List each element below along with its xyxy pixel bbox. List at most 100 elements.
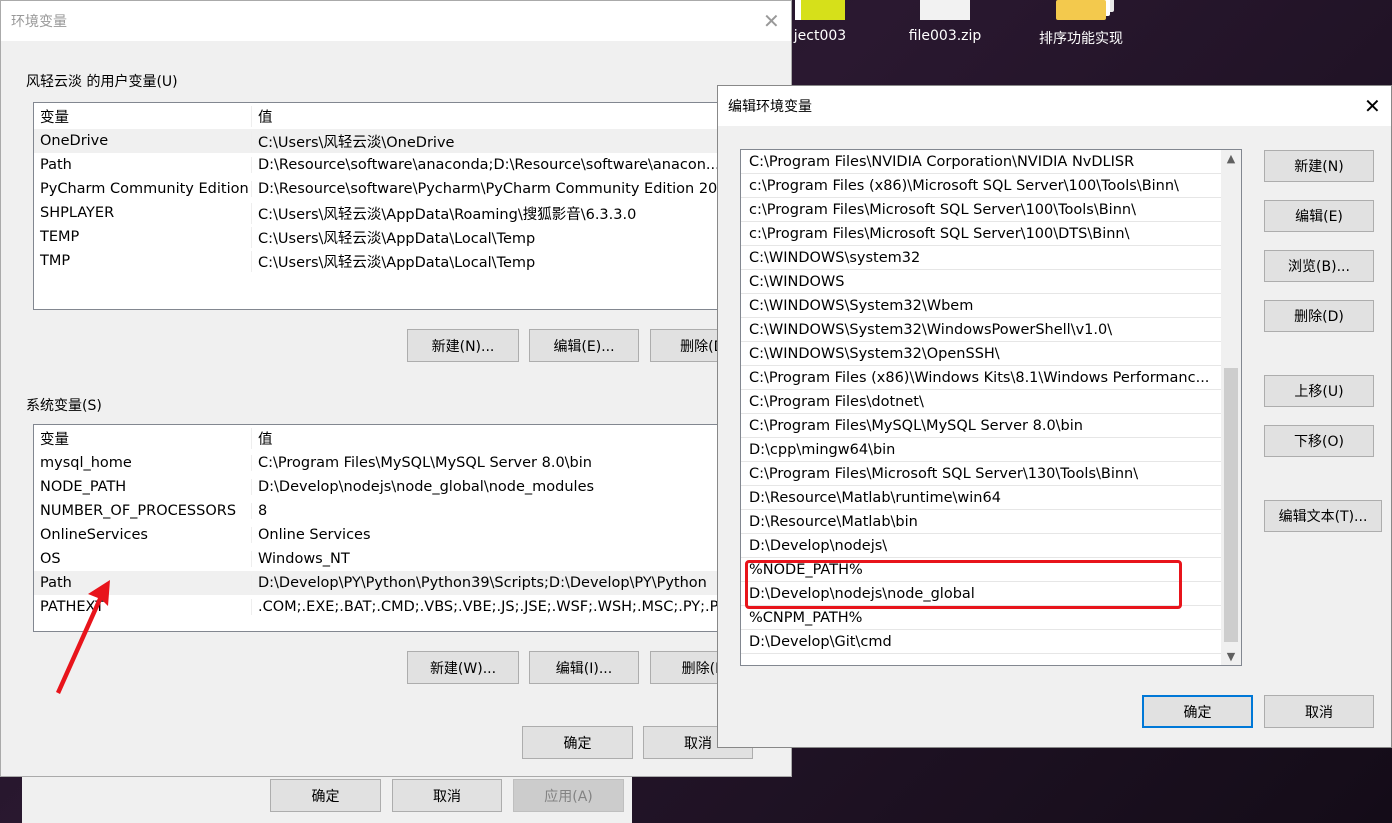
move-up-button[interactable]: 上移(U) (1264, 375, 1374, 407)
desktop-icon-folder[interactable]: 排序功能实现 (1026, 0, 1136, 48)
list-header: 变量 值 (34, 103, 732, 129)
column-header-name[interactable]: 变量 (34, 106, 251, 127)
list-item[interactable]: D:\Resource\Matlab\bin (741, 510, 1221, 534)
var-value: C:\Program Files\MySQL\MySQL Server 8.0\… (251, 455, 732, 471)
list-item[interactable]: C:\WINDOWS\System32\Wbem (741, 294, 1221, 318)
folder-icon (1056, 0, 1106, 20)
edit-text-button[interactable]: 编辑文本(T)... (1264, 500, 1382, 532)
table-row[interactable]: NODE_PATH D:\Develop\nodejs\node_global\… (34, 475, 732, 499)
table-row[interactable]: SHPLAYER C:\Users\风轻云淡\AppData\Roaming\搜… (34, 201, 732, 225)
list-header: 变量 值 (34, 425, 732, 451)
table-row[interactable]: TMP C:\Users\风轻云淡\AppData\Local\Temp (34, 249, 732, 273)
list-item[interactable]: C:\WINDOWS\system32 (741, 246, 1221, 270)
table-row[interactable]: mysql_home C:\Program Files\MySQL\MySQL … (34, 451, 732, 475)
var-value: D:\Develop\nodejs\node_global\node_modul… (251, 479, 732, 495)
table-row[interactable]: PyCharm Community Edition D:\Resource\so… (34, 177, 732, 201)
close-icon[interactable]: ✕ (763, 9, 780, 33)
list-item[interactable]: C:\WINDOWS (741, 270, 1221, 294)
vertical-scrollbar[interactable]: ▲ ▼ (1221, 150, 1241, 665)
var-name: mysql_home (40, 455, 132, 471)
properties-ok-button[interactable]: 确定 (270, 779, 381, 812)
list-item[interactable]: C:\Program Files\Microsoft SQL Server\13… (741, 462, 1221, 486)
var-name: PyCharm Community Edition (40, 181, 249, 197)
var-name: OnlineServices (40, 527, 148, 543)
list-item[interactable]: %CNPM_PATH% (741, 606, 1221, 630)
browse-button[interactable]: 浏览(B)... (1264, 250, 1374, 282)
table-row[interactable]: Path D:\Resource\software\anaconda;D:\Re… (34, 153, 732, 177)
user-new-button[interactable]: 新建(N)... (407, 329, 519, 362)
desktop-icon-label: 排序功能实现 (1039, 31, 1123, 47)
edit-path-button[interactable]: 编辑(E) (1264, 200, 1374, 232)
list-item[interactable]: D:\Develop\nodejs\ (741, 534, 1221, 558)
table-row[interactable]: OnlineServices Online Services (34, 523, 732, 547)
column-header-value[interactable]: 值 (251, 105, 732, 127)
edit-cancel-button[interactable]: 取消 (1264, 695, 1374, 728)
list-item[interactable]: D:\cpp\mingw64\bin (741, 438, 1221, 462)
annotation-arrow-icon (56, 580, 110, 694)
properties-cancel-button[interactable]: 取消 (392, 779, 502, 812)
user-edit-button[interactable]: 编辑(E)... (529, 329, 639, 362)
scrollbar-thumb[interactable] (1224, 368, 1238, 642)
edit-environment-variable-dialog: 编辑环境变量 ✕ C:\Program Files\NVIDIA Corpora… (717, 85, 1392, 748)
desktop-icon-zip[interactable]: file003.zip (890, 0, 1000, 44)
var-name: TMP (40, 253, 71, 269)
chevron-down-icon[interactable]: ▼ (1221, 650, 1241, 663)
var-value: Online Services (251, 527, 732, 543)
user-vars-list[interactable]: 变量 值 OneDrive C:\Users\风轻云淡\OneDrive Pat… (33, 102, 733, 310)
desktop-icon-label: file003.zip (908, 28, 982, 44)
var-value: Windows_NT (251, 551, 732, 567)
var-value: D:\Resource\software\Pycharm\PyCharm Com… (251, 181, 732, 197)
system-properties-dialog: 确定 取消 应用(A) (22, 770, 632, 823)
list-item[interactable]: C:\Program Files\dotnet\ (741, 390, 1221, 414)
table-row[interactable]: TEMP C:\Users\风轻云淡\AppData\Local\Temp (34, 225, 732, 249)
var-value: .COM;.EXE;.BAT;.CMD;.VBS;.VBE;.JS;.JSE;.… (251, 599, 732, 615)
list-item[interactable]: c:\Program Files\Microsoft SQL Server\10… (741, 222, 1221, 246)
system-vars-list[interactable]: 变量 值 mysql_home C:\Program Files\MySQL\M… (33, 424, 733, 632)
var-value: C:\Users\风轻云淡\AppData\Roaming\搜狐影音\6.3.3… (251, 202, 732, 224)
env-dialog-title: 环境变量 (1, 1, 791, 41)
table-row[interactable]: NUMBER_OF_PROCESSORS 8 (34, 499, 732, 523)
var-name: SHPLAYER (40, 205, 115, 221)
list-item[interactable]: D:\Develop\Git\cmd (741, 630, 1221, 654)
var-name: OneDrive (40, 133, 109, 149)
move-down-button[interactable]: 下移(O) (1264, 425, 1374, 457)
var-name: TEMP (40, 229, 80, 245)
delete-path-button[interactable]: 删除(D) (1264, 300, 1374, 332)
column-header-name[interactable]: 变量 (34, 428, 251, 449)
zip-file-icon (920, 0, 970, 20)
list-item[interactable]: C:\Program Files\NVIDIA Corporation\NVID… (741, 150, 1221, 174)
table-row[interactable]: PATHEXT .COM;.EXE;.BAT;.CMD;.VBS;.VBE;.J… (34, 595, 732, 619)
system-new-button[interactable]: 新建(W)... (407, 651, 519, 684)
list-item[interactable]: D:\Resource\Matlab\runtime\win64 (741, 486, 1221, 510)
var-value: D:\Develop\PY\Python\Python39\Scripts;D:… (251, 575, 732, 591)
var-name: NUMBER_OF_PROCESSORS (40, 503, 237, 519)
list-item[interactable]: c:\Program Files (x86)\Microsoft SQL Ser… (741, 174, 1221, 198)
list-item[interactable]: C:\Program Files\MySQL\MySQL Server 8.0\… (741, 414, 1221, 438)
var-value: C:\Users\风轻云淡\OneDrive (251, 130, 732, 152)
table-row[interactable]: OneDrive C:\Users\风轻云淡\OneDrive (34, 129, 732, 153)
list-item[interactable]: C:\WINDOWS\System32\OpenSSH\ (741, 342, 1221, 366)
table-row[interactable]: OS Windows_NT (34, 547, 732, 571)
close-icon[interactable]: ✕ (1364, 94, 1381, 118)
edit-dialog-title: 编辑环境变量 (718, 86, 1391, 126)
var-value: C:\Users\风轻云淡\AppData\Local\Temp (251, 250, 732, 272)
var-name: Path (40, 157, 72, 173)
var-name: OS (40, 551, 61, 567)
chevron-up-icon[interactable]: ▲ (1221, 152, 1241, 165)
properties-apply-button[interactable]: 应用(A) (513, 779, 624, 812)
edit-ok-button[interactable]: 确定 (1142, 695, 1253, 728)
system-vars-group-label: 系统变量(S) (26, 398, 102, 414)
list-item[interactable]: C:\Program Files (x86)\Windows Kits\8.1\… (741, 366, 1221, 390)
column-header-value[interactable]: 值 (251, 427, 732, 449)
var-value: C:\Users\风轻云淡\AppData\Local\Temp (251, 226, 732, 248)
env-ok-button[interactable]: 确定 (522, 726, 633, 759)
list-item[interactable]: C:\WINDOWS\System32\WindowsPowerShell\v1… (741, 318, 1221, 342)
list-item[interactable]: c:\Program Files\Microsoft SQL Server\10… (741, 198, 1221, 222)
system-edit-button[interactable]: 编辑(I)... (529, 651, 639, 684)
user-vars-group-label: 风轻云淡 的用户变量(U) (26, 74, 178, 90)
annotation-highlight-box (745, 560, 1182, 609)
new-path-button[interactable]: 新建(N) (1264, 150, 1374, 182)
var-value: D:\Resource\software\anaconda;D:\Resourc… (251, 157, 732, 173)
table-row[interactable]: Path D:\Develop\PY\Python\Python39\Scrip… (34, 571, 732, 595)
var-name: NODE_PATH (40, 479, 127, 495)
